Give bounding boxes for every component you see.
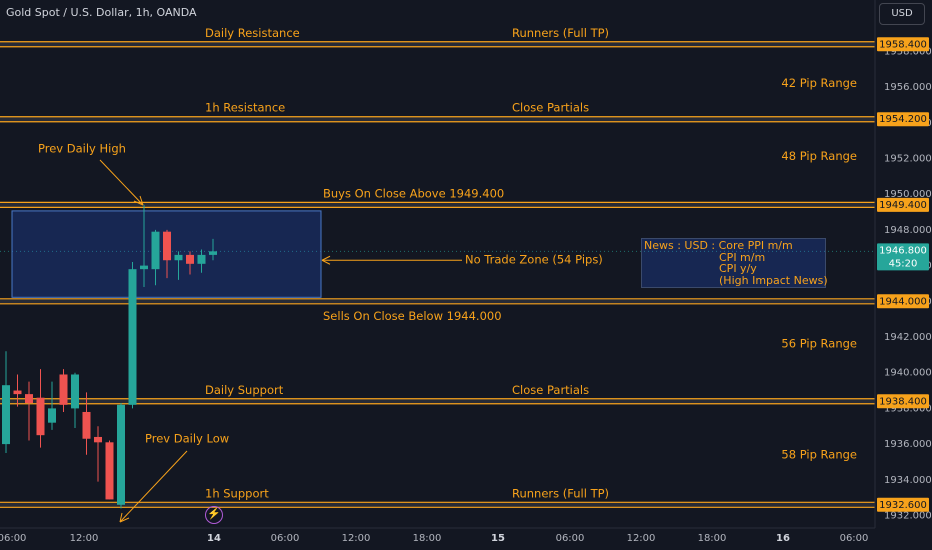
time-tick-label: 14 bbox=[207, 533, 221, 544]
price-tick-label: 1956.000 bbox=[884, 82, 932, 93]
current-price-text: 1946.800 bbox=[879, 245, 927, 256]
candle-body bbox=[13, 390, 22, 395]
level-label-left: Daily Support bbox=[205, 383, 284, 397]
time-tick-label: 12:00 bbox=[627, 533, 656, 544]
pip-range-label: 58 Pip Range bbox=[781, 447, 857, 461]
candle-body bbox=[94, 436, 102, 443]
level-label-left: 1h Support bbox=[205, 486, 269, 500]
level-price-text: 1932.600 bbox=[879, 500, 927, 511]
prev-low-arrow bbox=[119, 450, 188, 523]
no-trade-zone-label: No Trade Zone (54 Pips) bbox=[465, 253, 603, 267]
level-price-text: 1938.400 bbox=[879, 396, 927, 407]
level-price-text: 1944.000 bbox=[879, 296, 927, 307]
no-trade-zone: No Trade Zone (54 Pips) bbox=[11, 210, 603, 298]
lightning-icon[interactable]: ⚡ bbox=[205, 506, 223, 524]
prev-daily-high-label: Prev Daily High bbox=[38, 142, 126, 156]
candle-body bbox=[140, 265, 148, 270]
level-label-right: Close Partials bbox=[512, 101, 589, 115]
level-label-left: Daily Resistance bbox=[205, 26, 300, 40]
news-box: News : USD : Core PPI m/m CPI m/m CPI y/… bbox=[641, 238, 828, 288]
time-tick-label: 06:00 bbox=[556, 533, 585, 544]
price-tick-label: 1940.000 bbox=[884, 368, 932, 379]
pip-range-label: 42 Pip Range bbox=[781, 76, 857, 90]
time-tick-label: 18:00 bbox=[698, 533, 727, 544]
time-tick-label: 15 bbox=[491, 533, 505, 544]
time-tick-label: 06:00 bbox=[271, 533, 300, 544]
level-label-right: Close Partials bbox=[512, 383, 589, 397]
pip-range-label: 48 Pip Range bbox=[781, 149, 857, 163]
level-label-right: Runners (Full TP) bbox=[512, 486, 609, 500]
price-tick-label: 1948.000 bbox=[884, 225, 932, 236]
time-tick-label: 12:00 bbox=[342, 533, 371, 544]
price-tick-label: 1934.000 bbox=[884, 475, 932, 486]
pip-range-label: 56 Pip Range bbox=[781, 337, 857, 351]
price-axis: 1932.0001934.0001936.0001938.0001940.000… bbox=[874, 0, 932, 550]
level-label-right: Runners (Full TP) bbox=[512, 26, 609, 40]
news-line-1: News : USD : Core PPI m/m bbox=[644, 239, 793, 252]
news-line-3: CPI y/y bbox=[719, 262, 757, 275]
countdown-text: 45:20 bbox=[889, 258, 918, 269]
candle-body bbox=[59, 374, 68, 405]
candle-body bbox=[25, 394, 33, 404]
time-tick-label: 06:00 bbox=[840, 533, 869, 544]
level-price-text: 1949.400 bbox=[879, 200, 927, 211]
time-tick-label: 06:00 bbox=[0, 533, 26, 544]
price-tick-label: 1932.000 bbox=[884, 511, 932, 522]
level-price-text: 1954.200 bbox=[879, 114, 927, 125]
time-tick-label: 18:00 bbox=[413, 533, 442, 544]
time-tick-label: 16 bbox=[776, 533, 790, 544]
candle-body bbox=[36, 397, 45, 436]
candle-body bbox=[128, 269, 137, 405]
prev-daily-low-label: Prev Daily Low bbox=[145, 432, 229, 446]
candle-body bbox=[105, 442, 114, 500]
candle-body bbox=[2, 385, 10, 445]
candle-body bbox=[209, 251, 217, 255]
time-axis: 06:00 12:00 14 06:00 12:00 18:00 15 06:00 12:00 1… bbox=[0, 527, 932, 550]
candle-body bbox=[82, 411, 91, 439]
candle-body bbox=[71, 374, 79, 409]
candle-body bbox=[186, 254, 194, 264]
candle-body bbox=[174, 254, 183, 261]
time-tick-label: 12:00 bbox=[70, 533, 99, 544]
buy-condition-label: Buys On Close Above 1949.400 bbox=[323, 186, 504, 200]
candle-body bbox=[48, 408, 56, 423]
news-line-4: (High Impact News) bbox=[719, 273, 828, 287]
candle-body bbox=[151, 231, 160, 270]
level-price-text: 1958.400 bbox=[879, 39, 927, 50]
chart-title: Gold Spot / U.S. Dollar, 1h, OANDA bbox=[6, 6, 197, 19]
price-tick-label: 1952.000 bbox=[884, 154, 932, 165]
price-tick-label: 1942.000 bbox=[884, 332, 932, 343]
prev-high-arrow bbox=[99, 159, 144, 206]
price-tick-label: 1936.000 bbox=[884, 439, 932, 450]
level-label-left: 1h Resistance bbox=[205, 101, 285, 115]
candle-body bbox=[117, 404, 125, 505]
currency-button[interactable]: USD bbox=[879, 3, 925, 25]
candle-body bbox=[197, 254, 206, 264]
sell-condition-label: Sells On Close Below 1944.000 bbox=[323, 309, 502, 323]
candle-body bbox=[163, 231, 171, 261]
time-axis-bg bbox=[0, 528, 932, 550]
